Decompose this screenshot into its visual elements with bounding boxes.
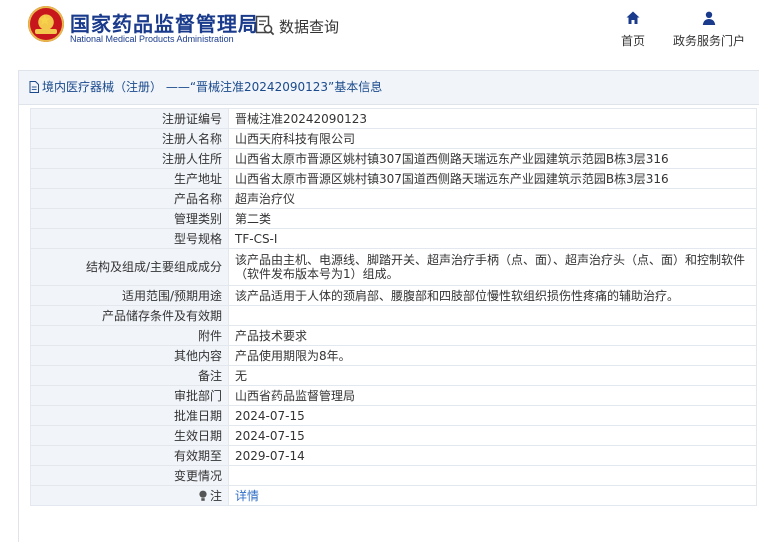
- field-label: 注册证编号: [30, 108, 229, 129]
- field-value: TF-CS-I: [228, 228, 757, 249]
- note-label: 注: [209, 488, 222, 503]
- data-query-label: 数据查询: [279, 17, 340, 36]
- field-label: 产品储存条件及有效期: [30, 305, 229, 326]
- nav-home-label: 首页: [620, 34, 645, 48]
- data-query-link[interactable]: 数据查询: [255, 14, 339, 38]
- panel-title: 境内医疗器械（注册） ——“晋械注准20242090123”基本信息: [42, 80, 383, 94]
- field-label: 适用范围/预期用途: [30, 285, 229, 306]
- field-value: [228, 465, 757, 486]
- field-label: 型号规格: [30, 228, 229, 249]
- table-row: 附件 产品技术要求: [30, 325, 757, 346]
- field-label: 生效日期: [30, 425, 229, 446]
- table-row: 管理类别 第二类: [30, 208, 757, 229]
- field-label: 附件: [30, 325, 229, 346]
- field-label: 注册人住所: [30, 148, 229, 169]
- field-value: 2024-07-15: [228, 405, 757, 426]
- table-row: 批准日期 2024-07-15: [30, 405, 757, 426]
- nav-gov-label: 政务服务门户: [672, 34, 745, 48]
- site-header: ★ 国家药品监督管理局 National Medical Products Ad…: [0, 0, 759, 68]
- user-icon: [702, 11, 716, 25]
- bulb-icon: [199, 490, 207, 501]
- field-label: 注册人名称: [30, 128, 229, 149]
- field-value: 2029-07-14: [228, 445, 757, 466]
- table-row: 注册人名称 山西天府科技有限公司: [30, 128, 757, 149]
- table-row: 生效日期 2024-07-15: [30, 425, 757, 446]
- field-value: 2024-07-15: [228, 425, 757, 446]
- table-row: 结构及组成/主要组成成分 该产品由主机、电源线、脚踏开关、超声治疗手柄（点、面）…: [30, 248, 757, 286]
- field-value: 产品使用期限为8年。: [228, 345, 757, 366]
- brand-title[interactable]: 国家药品监督管理局: [70, 8, 259, 37]
- field-value: 第二类: [228, 208, 757, 229]
- table-row: 备注 无: [30, 365, 757, 386]
- table-row: 适用范围/预期用途 该产品适用于人体的颈肩部、腰腹部和四肢部位慢性软组织损伤性疼…: [30, 285, 757, 306]
- note-label-cell: 注: [30, 485, 229, 506]
- table-row: 型号规格 TF-CS-I: [30, 228, 757, 249]
- field-label: 其他内容: [30, 345, 229, 366]
- nav-home[interactable]: 首页: [617, 10, 649, 49]
- field-value: [228, 305, 757, 326]
- field-value: 无: [228, 365, 757, 386]
- field-value: 产品技术要求: [228, 325, 757, 346]
- field-label: 变更情况: [30, 465, 229, 486]
- table-row: 注册证编号 晋械注准20242090123: [30, 108, 757, 129]
- field-label: 审批部门: [30, 385, 229, 406]
- detail-panel: 境内医疗器械（注册） ——“晋械注准20242090123”基本信息 注册证编号…: [18, 70, 759, 542]
- note-row: 注 详情: [30, 485, 757, 506]
- field-value: 该产品由主机、电源线、脚踏开关、超声治疗手柄（点、面）、超声治疗头（点、面）和控…: [228, 248, 757, 286]
- data-search-icon: [255, 15, 275, 36]
- nav-gov-service[interactable]: 政务服务门户: [670, 10, 748, 49]
- table-row: 产品名称 超声治疗仪: [30, 188, 757, 209]
- national-emblem-icon: ★: [28, 6, 64, 42]
- panel-title-bar: 境内医疗器械（注册） ——“晋械注准20242090123”基本信息: [19, 71, 759, 105]
- table-row: 生产地址 山西省太原市晋源区姚村镇307国道西侧路天瑞远东产业园建筑示范园B栋3…: [30, 168, 757, 189]
- field-label: 生产地址: [30, 168, 229, 189]
- table-row: 注册人住所 山西省太原市晋源区姚村镇307国道西侧路天瑞远东产业园建筑示范园B栋…: [30, 148, 757, 169]
- field-value: 山西省太原市晋源区姚村镇307国道西侧路天瑞远东产业园建筑示范园B栋3层316: [228, 168, 757, 189]
- table-row: 产品储存条件及有效期: [30, 305, 757, 326]
- home-icon: [626, 11, 640, 24]
- table-row: 审批部门 山西省药品监督管理局: [30, 385, 757, 406]
- field-value: 山西天府科技有限公司: [228, 128, 757, 149]
- field-value: 晋械注准20242090123: [228, 108, 757, 129]
- field-label: 批准日期: [30, 405, 229, 426]
- details-link[interactable]: 详情: [235, 489, 259, 503]
- field-value: 山西省太原市晋源区姚村镇307国道西侧路天瑞远东产业园建筑示范园B栋3层316: [228, 148, 757, 169]
- field-label: 管理类别: [30, 208, 229, 229]
- field-value: 超声治疗仪: [228, 188, 757, 209]
- document-icon: [29, 81, 39, 93]
- field-label: 有效期至: [30, 445, 229, 466]
- field-label: 备注: [30, 365, 229, 386]
- field-value: 该产品适用于人体的颈肩部、腰腹部和四肢部位慢性软组织损伤性疼痛的辅助治疗。: [228, 285, 757, 306]
- table-row: 有效期至 2029-07-14: [30, 445, 757, 466]
- table-row: 其他内容 产品使用期限为8年。: [30, 345, 757, 366]
- brand-subtitle: National Medical Products Administration: [70, 34, 234, 44]
- info-table: 注册证编号 晋械注准20242090123 注册人名称 山西天府科技有限公司 注…: [30, 108, 757, 506]
- field-label: 产品名称: [30, 188, 229, 209]
- field-label: 结构及组成/主要组成成分: [30, 248, 229, 286]
- table-row: 变更情况: [30, 465, 757, 486]
- note-value-cell: 详情: [228, 485, 757, 506]
- field-value: 山西省药品监督管理局: [228, 385, 757, 406]
